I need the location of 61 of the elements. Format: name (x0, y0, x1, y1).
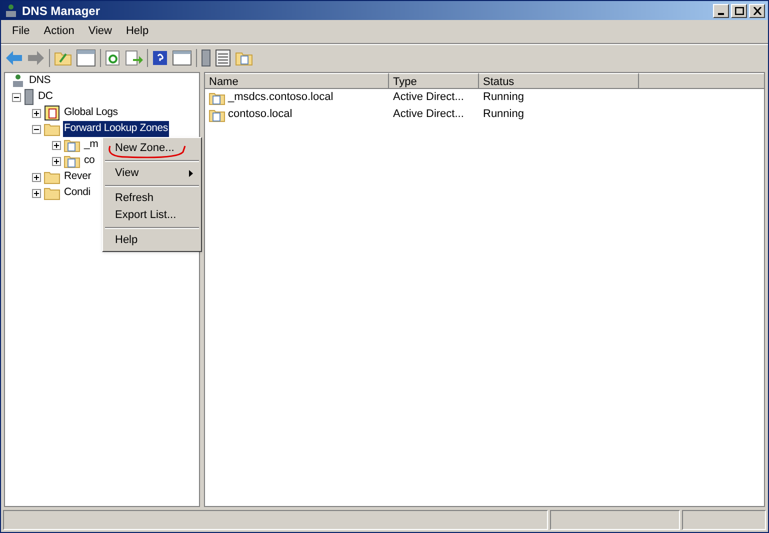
maximize-button[interactable] (731, 4, 747, 18)
maximize-icon (734, 6, 744, 14)
minimize-button[interactable] (713, 4, 729, 18)
zone-folder-icon (64, 154, 80, 168)
window-title: DNS Manager (22, 2, 100, 20)
expand-icon[interactable] (52, 140, 61, 150)
menu-item[interactable]: Help (103, 232, 201, 249)
menu-item[interactable]: Action (36, 23, 82, 40)
close-icon (752, 6, 762, 14)
zone-folder-icon[interactable] (235, 50, 253, 66)
close-button[interactable] (749, 4, 765, 18)
help-icon[interactable] (152, 50, 168, 66)
folder-icon (44, 170, 60, 184)
tree-item[interactable]: DC (37, 89, 54, 105)
column-header[interactable]: Type (389, 73, 479, 89)
table-cell-text: Active Direct... (392, 90, 465, 106)
collapse-icon[interactable] (12, 92, 21, 102)
server-icon[interactable] (201, 48, 211, 66)
folder-icon (44, 122, 60, 136)
menu-item[interactable]: View (81, 23, 119, 40)
zone-folder-icon (209, 108, 225, 122)
server-icon (24, 89, 34, 105)
export-icon[interactable] (125, 50, 143, 66)
console-tree-icon[interactable] (76, 48, 96, 66)
zone-folder-icon (209, 90, 225, 104)
table-cell-text: Running (482, 90, 525, 106)
table-cell-text: Active Direct... (392, 107, 465, 122)
tree-item[interactable]: DNS (28, 73, 52, 89)
network-icon (4, 4, 18, 18)
submenu-arrow-icon (189, 170, 193, 177)
table-cell-text: Running (482, 107, 525, 122)
log-icon (44, 105, 60, 121)
expand-icon[interactable] (32, 172, 41, 182)
menu-item[interactable]: Refresh (103, 190, 201, 207)
collapse-icon[interactable] (32, 124, 41, 134)
expand-icon[interactable] (32, 188, 41, 198)
up-folder-icon[interactable] (54, 50, 72, 66)
expand-icon[interactable] (32, 108, 41, 118)
tree-item[interactable]: Rever (63, 169, 92, 185)
column-header[interactable]: Status (479, 73, 639, 89)
list-icon[interactable] (215, 48, 231, 66)
tree-item[interactable]: co (83, 153, 96, 169)
zone-folder-icon (64, 138, 80, 152)
tree-item[interactable]: Forward Lookup Zones (63, 121, 169, 137)
menu-item[interactable]: View (103, 165, 201, 182)
menu-item[interactable]: File (5, 23, 37, 40)
menu-item[interactable]: Export List... (103, 207, 201, 224)
menu-item[interactable]: New Zone... (103, 140, 201, 157)
menu-item[interactable]: Help (118, 23, 156, 40)
column-header[interactable]: Name (205, 73, 389, 89)
tree-item[interactable]: _m (83, 137, 100, 153)
table-cell-text: _msdcs.contoso.local (228, 90, 334, 106)
folder-icon (44, 186, 60, 200)
tree-item[interactable]: Condi (63, 185, 92, 201)
action-pane-icon[interactable] (172, 50, 192, 66)
table-cell-text: contoso.local (228, 107, 292, 122)
network-icon (11, 74, 25, 88)
refresh-icon[interactable] (105, 50, 121, 66)
tree-item[interactable]: Global Logs (63, 105, 119, 121)
expand-icon[interactable] (52, 156, 61, 166)
minimize-icon (718, 12, 724, 14)
